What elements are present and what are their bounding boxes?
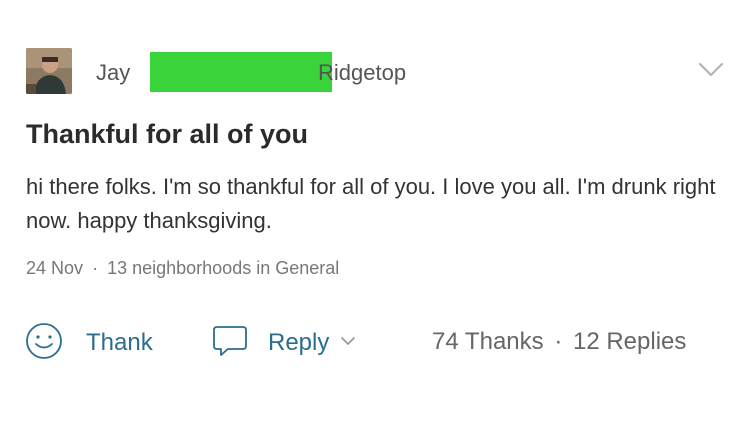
reply-button[interactable]: Reply (210, 320, 357, 366)
replies-count[interactable]: 12 Replies (573, 328, 686, 355)
thanks-count[interactable]: 74 Thanks (432, 328, 544, 355)
redaction-bar (150, 52, 332, 92)
reply-label: Reply (268, 329, 330, 356)
speech-bubble-icon (210, 321, 250, 366)
meta-separator: · (92, 258, 99, 278)
chevron-down-icon[interactable] (696, 58, 726, 82)
post-body: hi there folks. I'm so thankful for all … (26, 174, 716, 233)
smiley-face-icon (24, 321, 64, 366)
post-date[interactable]: 24 Nov (26, 258, 83, 278)
post-title[interactable]: Thankful for all of you (26, 119, 308, 150)
thank-label: Thank (86, 329, 153, 356)
post-card: Jay Ridgetop Thankful for all of you hi … (0, 0, 750, 421)
post-actions: Thank Reply 74 Thanks · 12 Replies (24, 320, 734, 366)
author-neighborhood[interactable]: Ridgetop (318, 60, 406, 86)
post-meta: 24 Nov · 13 neighborhoods in General (26, 258, 339, 279)
post-header: Jay Ridgetop (26, 48, 726, 96)
author-name[interactable]: Jay (96, 60, 130, 86)
avatar[interactable] (26, 48, 72, 94)
reaction-counts: 74 Thanks · 12 Replies (432, 328, 686, 356)
thank-button[interactable]: Thank (24, 320, 153, 366)
avatar-photo (26, 48, 72, 94)
count-separator: · (554, 328, 563, 355)
chevron-down-icon[interactable] (339, 334, 357, 353)
post-audience[interactable]: 13 neighborhoods in General (107, 258, 339, 278)
